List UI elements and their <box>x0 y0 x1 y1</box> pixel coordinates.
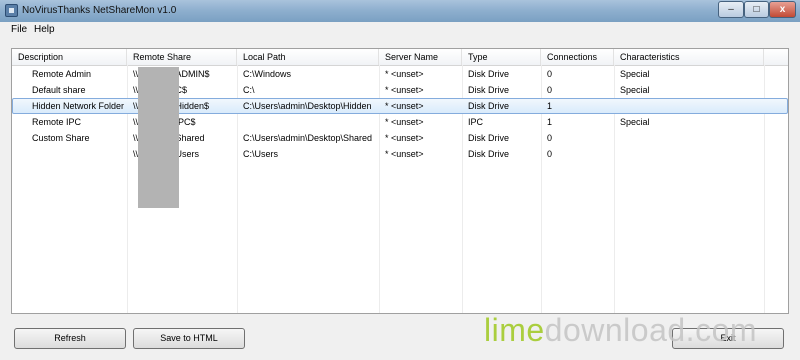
column-connections[interactable]: Connections <box>541 49 614 65</box>
column-type[interactable]: Type <box>462 49 541 65</box>
cell-description: Hidden Network Folder <box>32 101 125 111</box>
cell-server-name: * <unset> <box>385 101 424 111</box>
table-row[interactable]: Remote IPC \\ \IPC$ * <unset> IPC 1 Spec… <box>12 114 788 130</box>
minimize-button[interactable]: – <box>718 1 744 18</box>
cell-remote-prefix: \\ <box>133 85 139 95</box>
watermark-lime: lime <box>484 312 545 348</box>
maximize-button[interactable]: □ <box>744 1 769 18</box>
cell-server-name: * <unset> <box>385 133 424 143</box>
table-row-selected[interactable]: Hidden Network Folder \\ \Hidden$ C:\Use… <box>12 98 788 114</box>
cell-characteristics: Special <box>620 117 650 127</box>
cell-remote-prefix: \\ <box>133 117 139 127</box>
cell-local-path <box>237 114 243 130</box>
cell-type: Disk Drive <box>468 85 510 95</box>
column-characteristics[interactable]: Characteristics <box>614 49 764 65</box>
save-to-html-button[interactable]: Save to HTML <box>133 328 245 349</box>
shares-list[interactable]: Description Remote Share Local Path Serv… <box>11 48 789 314</box>
cell-server-name: * <unset> <box>385 69 424 79</box>
table-row[interactable]: Default share \\ \C$ C:\ * <unset> Disk … <box>12 82 788 98</box>
cell-server-name: * <unset> <box>385 85 424 95</box>
refresh-button[interactable]: Refresh <box>14 328 126 349</box>
cell-connections: 0 <box>547 69 553 79</box>
cell-description <box>26 146 32 162</box>
table-row[interactable]: Custom Share \\ \Shared C:\Users\admin\D… <box>12 130 788 146</box>
cell-connections: 0 <box>547 85 553 95</box>
cell-description: Default share <box>32 85 86 95</box>
app-icon <box>5 4 18 17</box>
cell-local-path: C:\Users\admin\Desktop\Shared <box>243 133 373 143</box>
table-row[interactable]: Remote Admin \\ \ADMIN$ C:\Windows * <un… <box>12 66 788 82</box>
column-remote-share[interactable]: Remote Share <box>127 49 237 65</box>
cell-characteristics: Special <box>620 85 650 95</box>
cell-server-name: * <unset> <box>385 117 424 127</box>
menu-help[interactable]: Help <box>34 24 55 35</box>
close-button[interactable]: x <box>769 1 796 18</box>
watermark-logo: limedownload.com <box>484 312 757 349</box>
cell-remote-prefix: \\ <box>133 101 139 111</box>
cell-description: Custom Share <box>32 133 90 143</box>
cell-local-path: C:\ <box>243 85 255 95</box>
cell-connections: 0 <box>547 149 553 159</box>
window-title: NoVirusThanks NetShareMon v1.0 <box>22 5 177 16</box>
column-server-name[interactable]: Server Name <box>379 49 462 65</box>
cell-description: Remote IPC <box>32 117 82 127</box>
cell-connections: 0 <box>547 133 553 143</box>
cell-type: Disk Drive <box>468 101 510 111</box>
cell-characteristics: Special <box>620 69 650 79</box>
cell-characteristics <box>614 146 620 162</box>
cell-local-path: C:\Users\admin\Desktop\Hidden <box>243 101 372 111</box>
list-header: Description Remote Share Local Path Serv… <box>12 49 788 66</box>
cell-type: Disk Drive <box>468 149 510 159</box>
table-row[interactable]: \\ \Users C:\Users * <unset> Disk Drive … <box>12 146 788 162</box>
title-bar[interactable]: NoVirusThanks NetShareMon v1.0 – □ x <box>0 0 800 22</box>
app-window: NoVirusThanks NetShareMon v1.0 – □ x Fil… <box>0 0 800 360</box>
cell-remote-prefix: \\ <box>133 69 139 79</box>
cell-remote-prefix: \\ <box>133 133 139 143</box>
cell-server-name: * <unset> <box>385 149 424 159</box>
cell-connections: 1 <box>547 117 553 127</box>
cell-local-path: C:\Windows <box>243 69 292 79</box>
cell-type: Disk Drive <box>468 69 510 79</box>
cell-remote-prefix: \\ <box>133 149 139 159</box>
menu-file[interactable]: File <box>11 24 27 35</box>
watermark-download: download.com <box>544 312 758 348</box>
column-local-path[interactable]: Local Path <box>237 49 379 65</box>
cell-type: IPC <box>468 117 484 127</box>
menu-bar: File Help <box>0 22 800 38</box>
cell-description: Remote Admin <box>32 69 92 79</box>
cell-type: Disk Drive <box>468 133 510 143</box>
cell-connections: 1 <box>547 101 553 111</box>
cell-characteristics <box>614 130 620 146</box>
redaction-block <box>138 67 179 208</box>
column-description[interactable]: Description <box>12 49 127 65</box>
cell-characteristics <box>614 98 620 114</box>
cell-local-path: C:\Users <box>243 149 279 159</box>
